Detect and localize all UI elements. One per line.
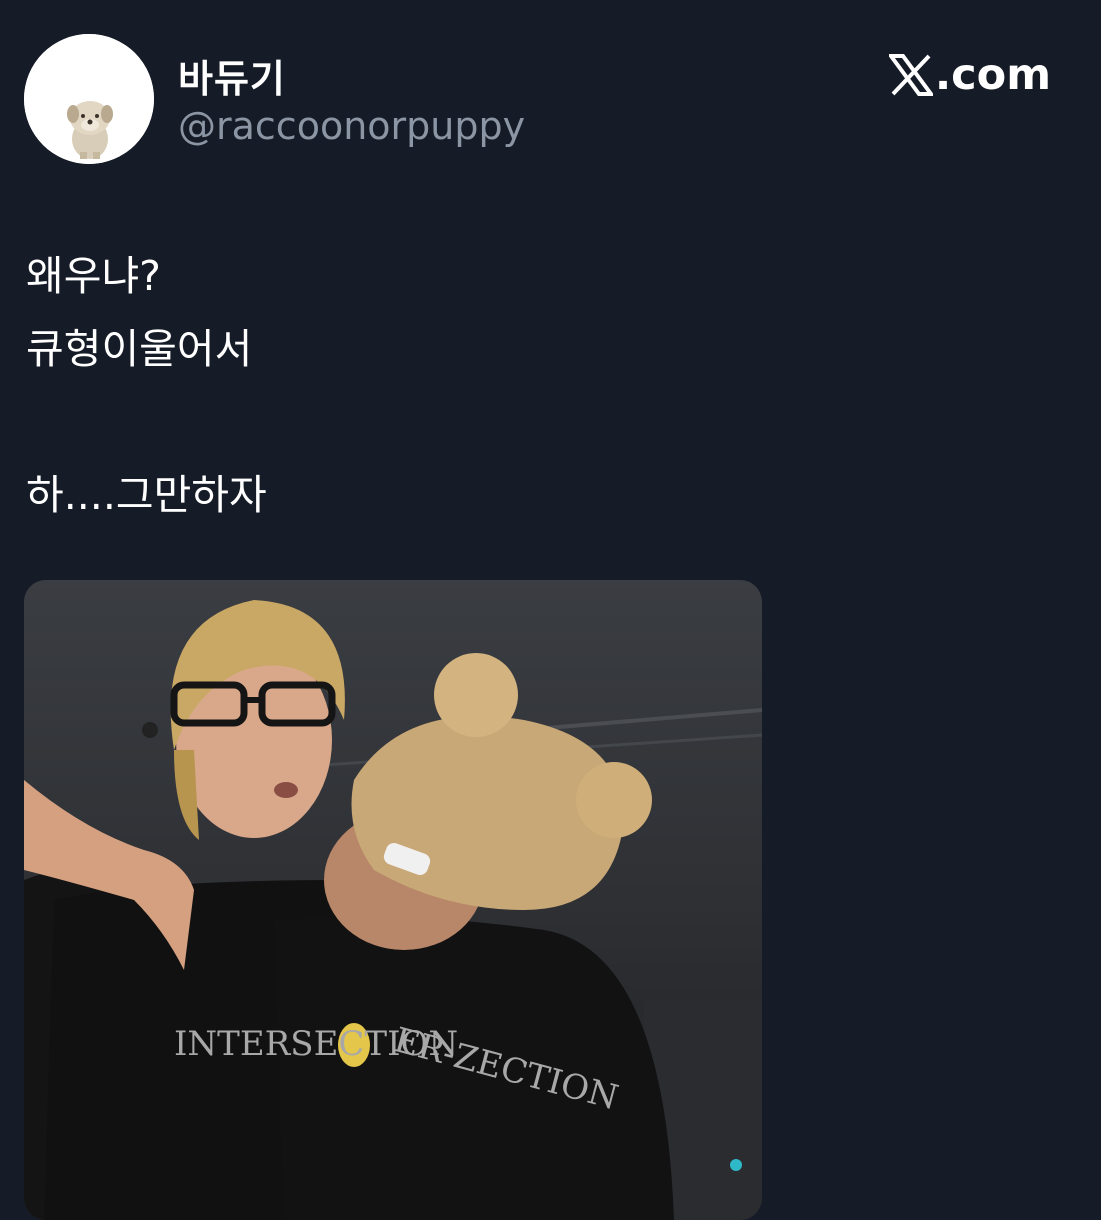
tweet-line: 큐형이울어서 bbox=[26, 325, 253, 373]
tweet-photo[interactable]: INTERSECTION ER-ZECTION bbox=[24, 580, 762, 1220]
avatar[interactable] bbox=[24, 34, 154, 164]
brand-domain: .com bbox=[934, 50, 1051, 100]
brand-logo: .com bbox=[888, 50, 1051, 100]
tweet-line: 하....그만하자 bbox=[26, 471, 267, 519]
tweet-line bbox=[26, 386, 267, 459]
puppy-avatar-icon bbox=[24, 34, 154, 164]
user-handle[interactable]: @raccoonorpuppy bbox=[178, 104, 525, 148]
concert-photo: INTERSECTION ER-ZECTION bbox=[24, 580, 762, 1220]
tweet-text: 왜우냐? 큐형이울어서 하....그만하자 bbox=[26, 240, 267, 532]
tweet-line: 왜우냐? bbox=[26, 252, 161, 300]
display-name[interactable]: 바듀기 bbox=[178, 48, 286, 103]
tweet-card: 바듀기 @raccoonorpuppy .com 왜우냐? 큐형이울어서 하..… bbox=[0, 0, 1101, 1220]
x-logo-icon bbox=[888, 54, 933, 96]
